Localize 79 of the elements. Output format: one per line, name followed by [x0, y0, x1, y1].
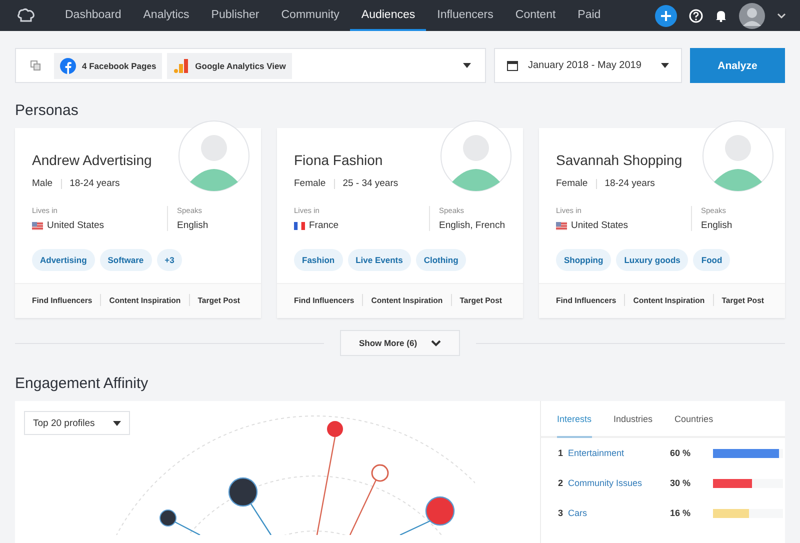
country-text: United States — [47, 220, 104, 231]
source-chip[interactable]: Google Analytics View — [167, 52, 292, 78]
caret-icon — [463, 63, 471, 68]
facebook-icon — [60, 58, 76, 74]
section-title: Engagement Affinity — [14, 374, 150, 394]
affinity-tab[interactable]: Countries — [674, 401, 714, 438]
persona-name: Savannah Shopping — [556, 152, 684, 168]
bar-chart-icon — [173, 58, 190, 74]
interest-tag[interactable]: Shopping — [556, 249, 612, 271]
avatar-icon[interactable] — [739, 2, 765, 28]
copy-icon — [30, 60, 41, 71]
graph-edge — [174, 521, 200, 535]
gender-text: Female — [294, 178, 326, 189]
interest-tag[interactable]: Luxury goods — [616, 249, 688, 271]
percent-text: 30 % — [670, 478, 692, 488]
languages-text: English, French — [439, 220, 506, 231]
interest-tag[interactable]: Live Events — [348, 249, 411, 271]
calendar-icon — [507, 60, 518, 71]
interest-tag[interactable]: Fashion — [294, 249, 343, 271]
flag-icon — [556, 222, 567, 230]
nav-tab[interactable]: Paid — [566, 0, 612, 31]
bell-icon[interactable] — [715, 9, 727, 22]
chevron-down-icon[interactable] — [777, 12, 786, 18]
section-title: Personas — [14, 101, 80, 121]
age-text: 18-24 years — [604, 178, 655, 189]
help-icon[interactable] — [689, 8, 703, 22]
source-select[interactable]: 4 Facebook Pages Google Analytics View — [15, 48, 486, 83]
interest-link[interactable]: Entertainment — [568, 448, 670, 458]
flag-icon — [32, 222, 43, 230]
graph-node[interactable] — [371, 464, 389, 482]
interest-tag[interactable]: Advertising — [32, 249, 95, 271]
age-text: 25 - 34 years — [342, 178, 398, 189]
graph-node[interactable] — [228, 477, 258, 507]
nav-tab[interactable]: Publisher — [200, 0, 270, 31]
profiles-select[interactable]: Top 20 profiles — [24, 411, 130, 435]
persona-name: Andrew Advertising — [32, 152, 153, 168]
graph-edge — [400, 520, 430, 535]
percent-text: 60 % — [670, 448, 692, 458]
show-more-button[interactable]: Show More (6) — [340, 330, 460, 356]
date-range-select[interactable]: January 2018 - May 2019 — [494, 48, 682, 83]
interest-tag[interactable]: Software — [100, 249, 152, 271]
flag-icon — [294, 222, 305, 230]
graph-edge — [349, 480, 377, 535]
country-text: France — [309, 220, 339, 231]
persona-name: Fiona Fashion — [294, 152, 384, 168]
interest-tag[interactable]: Clothing — [416, 249, 466, 271]
nav-tab[interactable]: Content — [504, 0, 567, 31]
interest-link[interactable]: Cars — [568, 508, 670, 518]
graph-node[interactable] — [160, 510, 176, 526]
graph-edge — [250, 504, 272, 535]
gender-text: Female — [556, 178, 588, 189]
caret-icon — [661, 63, 669, 68]
age-text: 18-24 years — [70, 178, 120, 189]
interest-link[interactable]: Community Issues — [568, 478, 670, 488]
graph-node[interactable] — [327, 421, 343, 437]
interest-tag[interactable]: Food — [693, 249, 730, 271]
nav-tab[interactable]: Analytics — [132, 0, 200, 31]
rank-number: 3 — [558, 508, 564, 518]
affinity-tab[interactable]: Interests — [557, 401, 592, 438]
percent-text: 16 % — [670, 508, 692, 518]
nav-tab[interactable]: Community — [270, 0, 350, 31]
affinity-tab[interactable]: Industries — [614, 401, 653, 438]
interest-tag[interactable]: +3 — [156, 249, 182, 271]
cloud-logo-icon[interactable] — [16, 8, 36, 24]
rank-number: 1 — [558, 448, 564, 458]
languages-text: English — [177, 220, 208, 231]
nav-tab[interactable]: Influencers — [426, 0, 504, 31]
country-text: United States — [571, 220, 628, 231]
chevron-down-icon — [431, 340, 442, 346]
plus-icon[interactable] — [655, 4, 677, 26]
rank-number: 2 — [558, 478, 564, 488]
nav-tab[interactable]: Audiences — [350, 0, 426, 31]
gender-text: Male — [32, 178, 53, 189]
languages-text: English — [701, 220, 732, 231]
caret-icon — [113, 420, 121, 426]
analyze-button[interactable]: Analyze — [690, 48, 785, 83]
graph-node[interactable] — [425, 496, 455, 526]
source-chip[interactable]: 4 Facebook Pages — [54, 52, 162, 78]
nav-tab[interactable]: Dashboard — [54, 0, 132, 31]
